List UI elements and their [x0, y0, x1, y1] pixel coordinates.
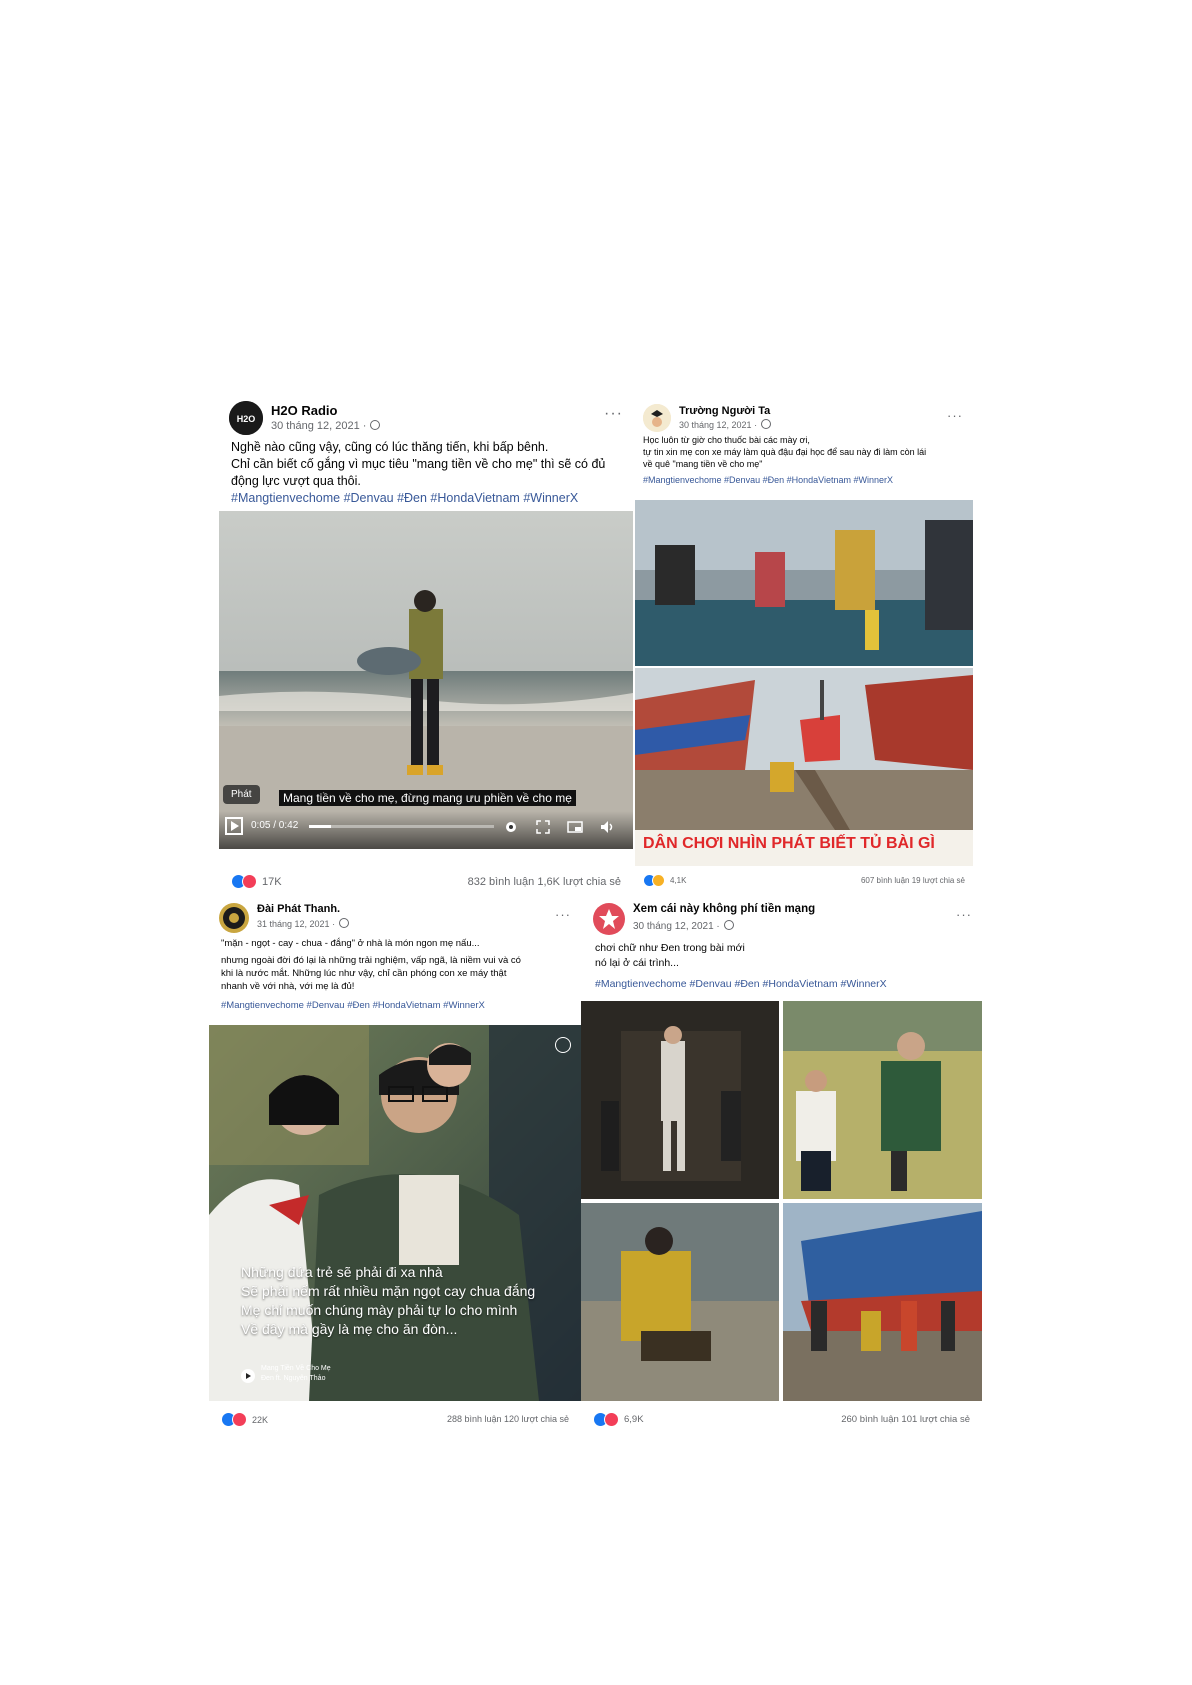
more-options-button[interactable]: ···	[604, 405, 623, 423]
settings-icon[interactable]	[503, 819, 519, 835]
page-name[interactable]: Đài Phát Thanh.	[257, 903, 340, 915]
lyric-line: Mẹ chỉ muốn chúng mày phải tự lo cho mìn…	[241, 1302, 518, 1318]
globe-icon	[339, 918, 350, 928]
post-text-line: chơi chữ như Đen trong bài mới	[595, 942, 745, 954]
post-text: "mặn - ngọt - cay - chua - đắng" ở nhà l…	[221, 937, 569, 1012]
play-button[interactable]	[225, 817, 243, 835]
post-header: H2O H2O Radio 30 tháng 12, 2021 · ···	[229, 399, 623, 439]
page-avatar[interactable]: H2O	[229, 401, 263, 435]
post-text-line: động lực vượt qua thôi.	[231, 474, 361, 488]
watermark-logo	[555, 1037, 571, 1053]
globe-icon	[370, 420, 381, 430]
lyrics-block: Những đứa trẻ sẽ phải đi xa nhà Sẽ phải …	[241, 1263, 535, 1339]
more-options-button[interactable]: ···	[947, 408, 963, 423]
reaction-count: 17K	[262, 875, 282, 888]
lyric-line: Sẽ phải nếm rất nhiều mặn ngọt cay chua …	[241, 1283, 536, 1299]
post-h2o-radio: H2O H2O Radio 30 tháng 12, 2021 · ··· Ng…	[219, 393, 633, 893]
post-text-line: khi là nước mắt. Những lúc như vậy, chỉ …	[221, 968, 507, 979]
fullscreen-icon[interactable]	[535, 819, 551, 835]
more-options-button[interactable]: ···	[956, 907, 972, 922]
photo-banner-text: DÂN CHƠI NHÌN PHÁT BIẾT TỦ BÀI GÌ	[643, 835, 935, 852]
post-text-line: tự tin xin mẹ con xe máy làm quà đậu đại…	[643, 447, 927, 457]
comment-share-stats[interactable]: 260 bình luận 101 lượt chia sẻ	[841, 1414, 970, 1425]
reactions[interactable]: 17K	[231, 874, 282, 889]
post-dai-phat-thanh: Đài Phát Thanh. 31 tháng 12, 2021 · ··· …	[209, 895, 581, 1433]
post-header: Đài Phát Thanh. 31 tháng 12, 2021 · ···	[219, 901, 571, 941]
post-text: Nghề nào cũng vậy, cũng có lúc thăng tiế…	[231, 439, 621, 507]
video-progress-fill	[309, 825, 332, 828]
post-photo[interactable]: Những đứa trẻ sẽ phải đi xa nhà Sẽ phải …	[209, 1025, 581, 1401]
post-footer: 4,1K 607 bình luận 19 lượt chia sẻ	[635, 870, 973, 890]
post-text-line: nhưng ngoài đời đó lại là những trải ngh…	[221, 955, 521, 966]
post-date[interactable]: 30 tháng 12, 2021 ·	[633, 920, 734, 932]
love-icon	[604, 1412, 619, 1427]
post-text-line: Chỉ cần biết cố gắng vì mục tiêu "mang t…	[231, 457, 606, 471]
post-photo-grid[interactable]	[581, 1001, 982, 1401]
globe-icon	[723, 920, 734, 930]
video-subtitle: Mang tiền về cho mẹ, đừng mang ưu phiền …	[279, 790, 576, 806]
post-date[interactable]: 31 tháng 12, 2021 ·	[257, 918, 350, 929]
comment-share-stats[interactable]: 288 bình luận 120 lượt chia sẻ	[447, 1414, 569, 1424]
more-options-button[interactable]: ···	[555, 907, 571, 922]
lyric-line: Về đây mà gầy là mẹ cho ăn đòn...	[241, 1321, 458, 1337]
reactions[interactable]: 6,9K	[593, 1412, 644, 1427]
volume-icon[interactable]	[599, 819, 615, 835]
post-date[interactable]: 30 tháng 12, 2021 ·	[271, 420, 381, 432]
post-text-line: "mặn - ngọt - cay - chua - đắng" ở nhà l…	[221, 938, 480, 949]
page-name[interactable]: Xem cái này không phí tiền mạng	[633, 903, 815, 915]
play-icon	[231, 821, 239, 831]
post-text-line: Nghề nào cũng vậy, cũng có lúc thăng tiế…	[231, 440, 549, 454]
post-xem-cai-nay: Xem cái này không phí tiền mạng 30 tháng…	[581, 895, 982, 1433]
reactions[interactable]: 4,1K	[643, 874, 686, 887]
post-text-line: nhanh về với nhà, với mẹ là đủ!	[221, 981, 355, 992]
pip-icon[interactable]	[567, 819, 583, 835]
page-avatar[interactable]	[643, 404, 671, 432]
post-truong-nguoi-ta: Trường Người Ta 30 tháng 12, 2021 · ··· …	[635, 396, 973, 890]
photo-family-portrait	[209, 1025, 581, 1401]
video-controls: 0:05 / 0:42	[219, 811, 633, 849]
post-text: chơi chữ như Đen trong bài mới nó lại ở …	[595, 941, 970, 992]
page-name[interactable]: H2O Radio	[271, 403, 337, 418]
globe-icon	[761, 419, 772, 429]
reaction-count: 4,1K	[670, 876, 687, 885]
post-photo-grid[interactable]: DÂN CHƠI NHÌN PHÁT BIẾT TỦ BÀI GÌ	[635, 500, 973, 866]
track-title: Mang Tiền Về Cho Mẹ	[261, 1365, 331, 1372]
post-footer: 22K 288 bình luận 120 lượt chia sẻ	[209, 1405, 581, 1433]
reactions[interactable]: 22K	[221, 1412, 268, 1427]
play-label-badge[interactable]: Phát	[223, 785, 260, 804]
post-text-line: Học luôn từ giờ cho thuốc bài các mày ơi…	[643, 435, 810, 445]
reaction-count: 6,9K	[624, 1414, 644, 1425]
post-video[interactable]: Phát Mang tiền về cho mẹ, đừng mang ưu p…	[219, 511, 633, 849]
photo-grid-four	[581, 1001, 982, 1401]
lyric-line: Những đứa trẻ sẽ phải đi xa nhà	[241, 1264, 443, 1280]
svg-text:H2O: H2O	[237, 414, 256, 424]
post-footer: 6,9K 260 bình luận 101 lượt chia sẻ	[581, 1405, 982, 1433]
track-artist: Đen ft. Nguyên Thảo	[261, 1375, 326, 1382]
page-name[interactable]: Trường Người Ta	[679, 405, 770, 417]
comment-share-stats[interactable]: 607 bình luận 19 lượt chia sẻ	[861, 876, 965, 885]
post-text-line: nó lại ở cái trình...	[595, 957, 679, 969]
hashtags-link[interactable]: #Mangtienvechome #Denvau #Đen #HondaViet…	[595, 977, 970, 992]
post-footer: 17K 832 bình luận 1,6K lượt chia sẻ	[219, 869, 633, 893]
post-date[interactable]: 30 tháng 12, 2021 ·	[679, 419, 772, 430]
hashtags-link[interactable]: #Mangtienvechome #Denvau #Đen #HondaViet…	[643, 474, 961, 486]
page-avatar[interactable]	[593, 903, 625, 935]
reaction-count: 22K	[252, 1414, 269, 1425]
hashtags-link[interactable]: #Mangtienvechome #Denvau #Đen #HondaViet…	[231, 490, 621, 507]
video-progress-bar[interactable]	[309, 825, 494, 828]
hashtags-link[interactable]: #Mangtienvechome #Denvau #Đen #HondaViet…	[221, 999, 569, 1012]
post-text-line: về quê "mang tiền về cho mẹ"	[643, 459, 763, 469]
post-text: Học luôn từ giờ cho thuốc bài các mày ơi…	[643, 434, 961, 486]
photo-fishermen-boat	[635, 500, 973, 866]
comment-share-stats[interactable]: 832 bình luận 1,6K lượt chia sẻ	[468, 876, 621, 888]
haha-icon	[652, 874, 665, 887]
post-header: Xem cái này không phí tiền mạng 30 tháng…	[593, 901, 972, 941]
page-avatar[interactable]	[219, 903, 249, 933]
love-icon	[242, 874, 257, 889]
video-time: 0:05 / 0:42	[251, 820, 299, 831]
play-circle-icon	[241, 1369, 255, 1383]
love-icon	[232, 1412, 247, 1427]
